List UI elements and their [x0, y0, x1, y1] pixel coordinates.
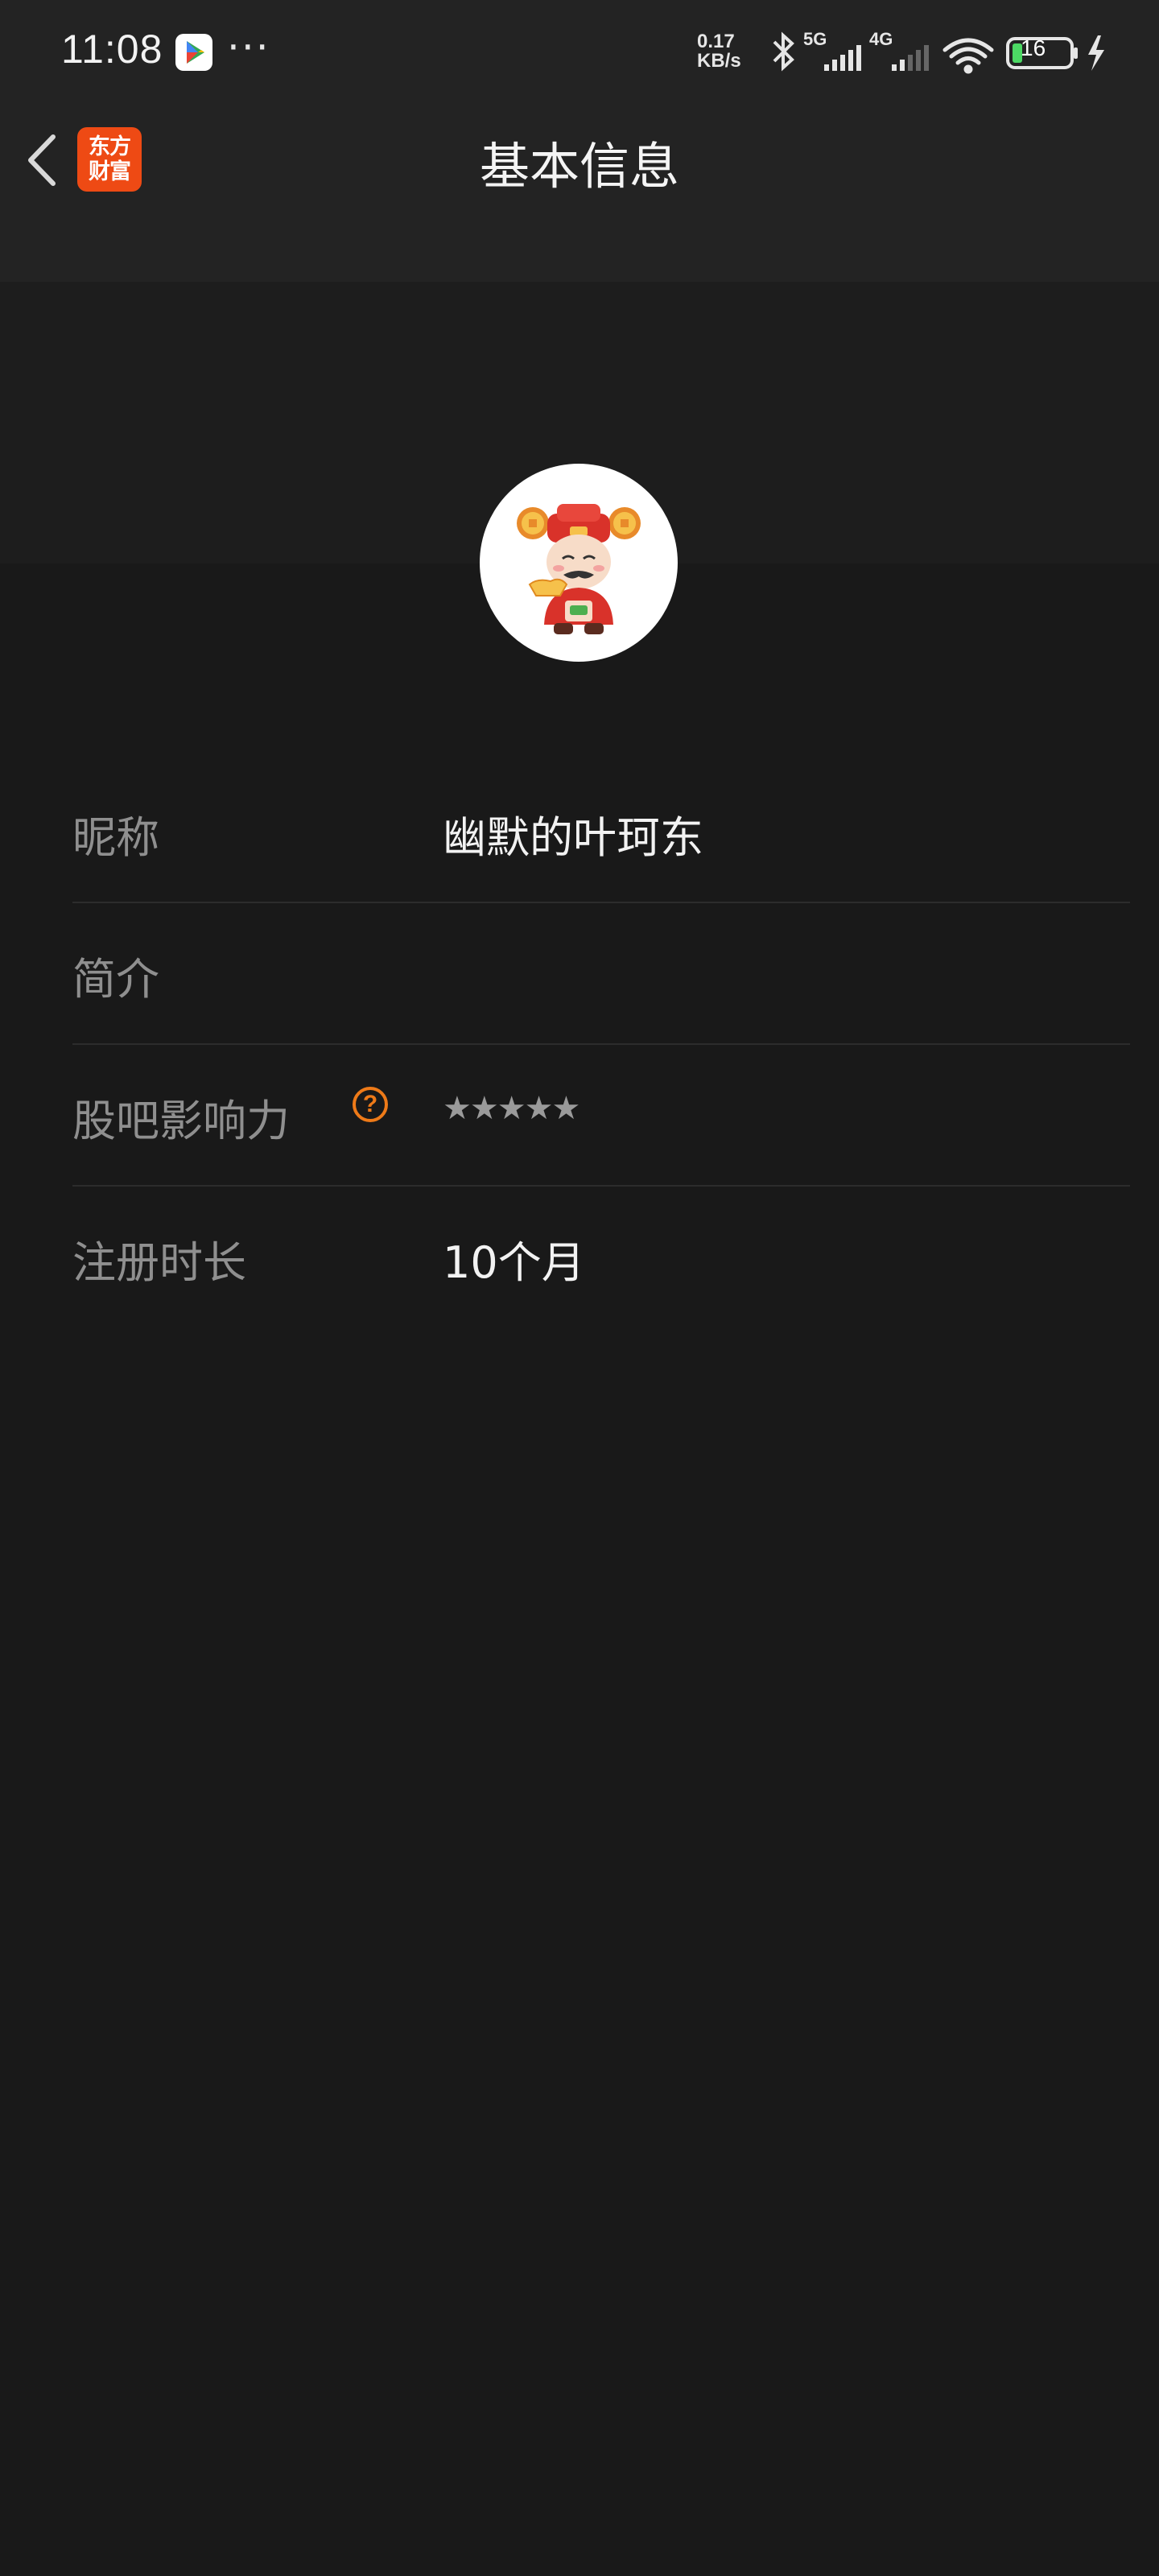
status-icons: 5G 4G — [773, 29, 1104, 74]
network-speed: 0.17 KB/s — [697, 32, 741, 71]
registration-value: 10个月 — [443, 1237, 585, 1288]
help-icon[interactable]: ? — [353, 1087, 388, 1122]
network-speed-unit: KB/s — [697, 50, 741, 72]
page-title: 基本信息 — [479, 137, 679, 196]
status-bar: 11:08 ··· 0.17 KB/s 5G 4G 16 — [0, 0, 1159, 105]
play-store-icon — [175, 34, 212, 71]
network-5g-label: 5G — [803, 29, 827, 49]
influence-row: 股吧影响力 ? ★★★★★ — [72, 1045, 1130, 1187]
registration-row: 注册时长 10个月 — [72, 1187, 1130, 1327]
bio-row[interactable]: 简介 — [72, 903, 1130, 1045]
status-time: 11:08 — [61, 27, 163, 72]
battery-level: 16 — [1021, 35, 1046, 60]
influence-label: 股吧影响力 — [72, 1096, 290, 1146]
charging-icon — [1088, 35, 1104, 71]
influence-stars: ★★★★★ — [443, 1090, 580, 1127]
nickname-row[interactable]: 昵称 幽默的叶珂东 — [72, 762, 1130, 903]
bluetooth-icon — [773, 31, 794, 72]
bio-label: 简介 — [72, 954, 159, 1005]
registration-label: 注册时长 — [72, 1237, 246, 1288]
avatar-image — [517, 504, 641, 634]
signal-5g-icon — [824, 45, 861, 71]
info-list: 昵称 幽默的叶珂东 简介 股吧影响力 ? ★★★★★ 注册时长 10个月 — [72, 762, 1130, 1327]
nav-bar: 东方 财富 基本信息 — [0, 113, 1159, 209]
avatar[interactable] — [480, 464, 678, 662]
nickname-value: 幽默的叶珂东 — [443, 812, 703, 863]
more-notifications-icon: ··· — [227, 24, 270, 71]
signal-4g-icon — [892, 45, 929, 71]
nickname-label: 昵称 — [72, 812, 159, 863]
wifi-icon — [942, 38, 994, 74]
network-4g-label: 4G — [869, 29, 893, 49]
network-speed-value: 0.17 — [697, 31, 735, 52]
